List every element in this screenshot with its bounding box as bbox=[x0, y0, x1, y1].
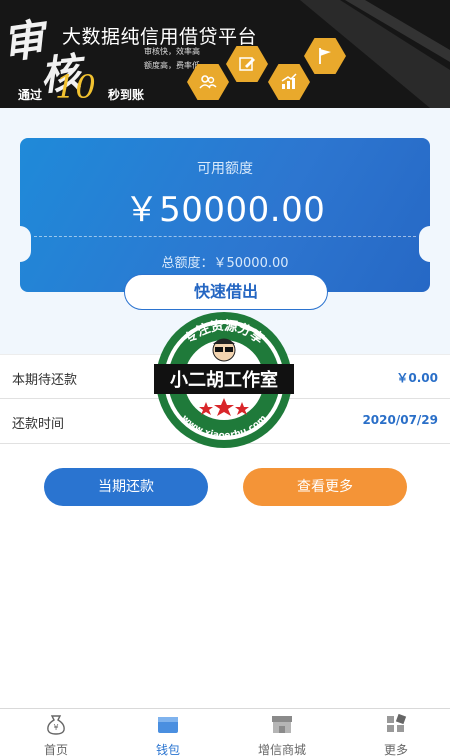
promo-banner[interactable]: 审 核 大数据纯信用借贷平台 审核快，效率高 额度高，费率低 通过 10 秒到账 bbox=[0, 0, 450, 108]
banner-subtitle-1: 审核快，效率高 bbox=[144, 47, 200, 56]
due-payment-value: ￥0.00 bbox=[396, 371, 438, 385]
quick-borrow-button[interactable]: 快速借出 bbox=[124, 274, 328, 310]
nav-label-store: 增信商城 bbox=[257, 743, 306, 756]
svg-text:¥: ¥ bbox=[53, 723, 58, 732]
nav-label-home: 首页 bbox=[43, 743, 68, 756]
available-credit-amount: ￥50000.00 bbox=[124, 190, 326, 230]
nav-item-wallet[interactable]: 钱包 bbox=[112, 713, 224, 756]
repayment-date-value: 2020/07/29 bbox=[362, 413, 438, 427]
credit-limit-ticket: 可用额度 ￥50000.00 总额度：￥50000.00 bbox=[9, 138, 441, 292]
banner-title: 大数据纯信用借贷平台 bbox=[62, 26, 258, 48]
due-payment-label: 本期待还款 bbox=[12, 373, 78, 388]
nav-item-store[interactable]: 增信商城 bbox=[226, 713, 338, 756]
nav-label-wallet: 钱包 bbox=[155, 743, 180, 756]
banner-through: 通过 bbox=[18, 88, 43, 102]
watermark-center-text: 小二胡工作室 bbox=[170, 369, 278, 391]
repayment-date-label: 还款时间 bbox=[12, 417, 65, 432]
nav-item-home[interactable]: ¥ 首页 bbox=[0, 713, 112, 756]
store-icon bbox=[272, 716, 292, 733]
repay-current-button[interactable]: 当期还款 bbox=[44, 468, 208, 506]
watermark-seal: 专注资源分享 www.xiaoerhu.com 小二胡工作室 bbox=[154, 312, 294, 448]
total-credit-text: 总额度：￥50000.00 bbox=[161, 256, 289, 271]
money-bag-icon: ¥ bbox=[47, 715, 65, 735]
banner-subtitle-2: 额度高，费率低 bbox=[144, 61, 200, 70]
banner-arrive: 秒到账 bbox=[108, 88, 145, 102]
ticket-divider bbox=[34, 236, 416, 237]
available-credit-label: 可用额度 bbox=[197, 161, 253, 177]
nav-label-more: 更多 bbox=[383, 743, 408, 756]
wallet-icon bbox=[158, 717, 178, 733]
nav-item-more[interactable]: 更多 bbox=[340, 713, 450, 756]
grid-more-icon bbox=[387, 713, 407, 732]
mascot-icon bbox=[212, 338, 236, 362]
bottom-navigation: ¥ 首页 钱包 增信商城 更多 bbox=[0, 708, 450, 756]
banner-ten: 10 bbox=[55, 68, 96, 106]
view-more-button[interactable]: 查看更多 bbox=[243, 468, 407, 506]
